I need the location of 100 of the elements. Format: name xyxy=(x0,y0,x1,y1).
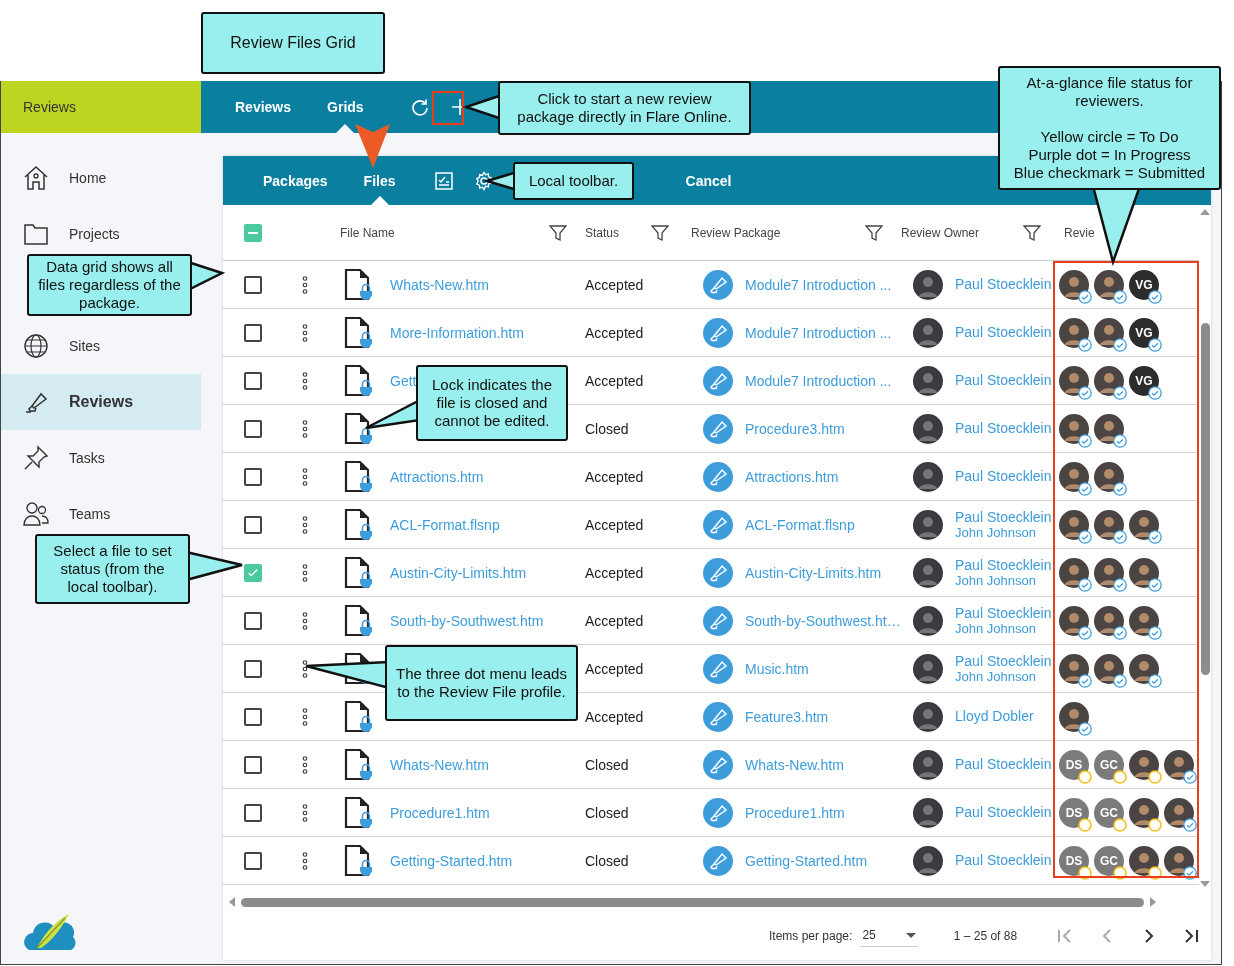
cancel-button[interactable]: Cancel xyxy=(679,156,738,205)
file-link[interactable]: Getting-Started.htm xyxy=(390,852,513,869)
package-link[interactable]: Procedure3.htm xyxy=(745,420,845,437)
scroll-left-icon[interactable] xyxy=(229,897,235,907)
sidebar-item[interactable]: Home xyxy=(1,160,201,196)
row-checkbox[interactable] xyxy=(244,275,262,294)
more-menu-icon[interactable] xyxy=(302,850,308,871)
status-text: Accepted xyxy=(585,372,644,389)
scrollbar-thumb[interactable] xyxy=(241,897,1144,907)
file-link[interactable]: ACL-Format.flsnp xyxy=(390,516,500,533)
package-link[interactable]: South-by-Southwest.ht… xyxy=(745,612,901,629)
more-menu-icon[interactable] xyxy=(302,370,308,391)
package-link[interactable]: Getting-Started.htm xyxy=(745,852,868,869)
file-link[interactable]: Whats-New.htm xyxy=(390,756,489,773)
package-link[interactable]: Austin-City-Limits.htm xyxy=(745,564,882,581)
more-menu-icon[interactable] xyxy=(302,706,308,727)
owner-link[interactable]: Paul Stoecklein xyxy=(955,805,1052,820)
select-all-checkbox[interactable] xyxy=(244,223,262,242)
checklist-icon[interactable] xyxy=(433,170,454,191)
column-header[interactable]: Review Owner xyxy=(901,225,980,240)
file-link[interactable]: Gett xyxy=(390,372,417,389)
file-link[interactable]: Procedure1.htm xyxy=(390,804,490,821)
more-menu-icon[interactable] xyxy=(302,562,308,583)
nav-tab[interactable]: Reviews xyxy=(221,81,306,133)
owner-link[interactable]: Lloyd Dobler xyxy=(955,709,1034,724)
row-checkbox[interactable] xyxy=(244,515,262,534)
scroll-right-icon[interactable] xyxy=(1150,897,1156,907)
owner-link[interactable]: Paul Stoecklein xyxy=(955,653,1052,669)
sidebar-item[interactable]: Reviews xyxy=(1,374,201,430)
more-menu-icon[interactable] xyxy=(302,754,308,775)
row-checkbox[interactable] xyxy=(244,659,262,678)
owner-link[interactable]: Paul Stoecklein xyxy=(955,757,1052,772)
nav-tab[interactable]: Grids xyxy=(313,81,378,133)
avatar xyxy=(1094,317,1124,348)
row-checkbox[interactable] xyxy=(244,803,262,822)
more-menu-icon[interactable] xyxy=(302,322,308,343)
column-header[interactable]: Status xyxy=(585,225,620,240)
scroll-down-icon[interactable] xyxy=(1200,881,1210,887)
refresh-icon[interactable] xyxy=(409,97,430,117)
owner-link[interactable]: Paul Stoecklein xyxy=(955,853,1052,868)
filter-icon[interactable] xyxy=(865,223,883,242)
owner-link[interactable]: Paul Stoecklein xyxy=(955,557,1052,573)
settings-icon[interactable] xyxy=(473,170,494,191)
file-link[interactable]: Attractions.htm xyxy=(390,468,484,485)
filter-icon[interactable] xyxy=(651,223,669,242)
owner-link[interactable]: Paul Stoecklein xyxy=(955,325,1052,340)
page-size-select[interactable]: 25 xyxy=(860,924,918,947)
column-header[interactable]: Revie xyxy=(1064,225,1095,240)
column-header[interactable]: Review Package xyxy=(691,225,781,240)
sidebar-item[interactable]: Sites xyxy=(1,328,201,364)
package-link[interactable]: Music.htm xyxy=(745,660,809,677)
avatar xyxy=(913,509,943,540)
file-link[interactable]: More-Information.htm xyxy=(390,324,524,341)
more-menu-icon[interactable] xyxy=(302,658,308,679)
column-header[interactable]: File Name xyxy=(340,225,395,240)
package-link[interactable]: ACL-Format.flsnp xyxy=(745,516,855,533)
owner-link[interactable]: Paul Stoecklein xyxy=(955,373,1052,388)
row-checkbox[interactable] xyxy=(244,755,262,774)
package-link[interactable]: Attractions.htm xyxy=(745,468,839,485)
avatar xyxy=(1094,269,1124,300)
scrollbar-thumb[interactable] xyxy=(1200,323,1210,675)
locked-file-icon xyxy=(344,315,374,350)
owner-link[interactable]: Paul Stoecklein xyxy=(955,469,1052,484)
toolbar-tab[interactable]: Packages xyxy=(249,156,342,205)
row-checkbox[interactable] xyxy=(244,467,262,486)
more-menu-icon[interactable] xyxy=(302,514,308,535)
file-link[interactable]: South-by-Southwest.htm xyxy=(390,612,544,629)
owner-link[interactable]: Paul Stoecklein xyxy=(955,509,1052,525)
row-checkbox[interactable] xyxy=(244,611,262,630)
sidebar-item[interactable]: Tasks xyxy=(1,440,201,476)
package-link[interactable]: Procedure1.htm xyxy=(745,804,845,821)
more-menu-icon[interactable] xyxy=(302,466,308,487)
filter-icon[interactable] xyxy=(1023,223,1041,242)
owner-link[interactable]: Paul Stoecklein xyxy=(955,421,1052,436)
row-checkbox[interactable] xyxy=(244,419,262,438)
file-link[interactable]: Austin-City-Limits.htm xyxy=(390,564,527,581)
sidebar-item[interactable]: Projects xyxy=(1,216,201,252)
sidebar-item[interactable]: Teams xyxy=(1,496,201,532)
owner-link[interactable]: Paul Stoecklein xyxy=(955,277,1052,292)
row-checkbox[interactable] xyxy=(244,323,262,342)
row-checkbox[interactable] xyxy=(244,371,262,390)
toolbar-tab[interactable]: Files xyxy=(349,156,410,205)
more-menu-icon[interactable] xyxy=(302,610,308,631)
package-link[interactable]: Whats-New.htm xyxy=(745,756,844,773)
row-checkbox[interactable] xyxy=(244,707,262,726)
more-menu-icon[interactable] xyxy=(302,274,308,295)
file-link[interactable]: Whats-New.htm xyxy=(390,276,489,293)
more-menu-icon[interactable] xyxy=(302,802,308,823)
row-checkbox[interactable] xyxy=(244,851,262,870)
scroll-up-icon[interactable] xyxy=(1200,209,1210,215)
row-checkbox[interactable] xyxy=(244,563,262,582)
package-link[interactable]: Module7 Introduction ... xyxy=(745,324,892,341)
package-link[interactable]: Module7 Introduction ... xyxy=(745,372,892,389)
more-menu-icon[interactable] xyxy=(302,418,308,439)
filter-icon[interactable] xyxy=(549,223,567,242)
package-link[interactable]: Feature3.htm xyxy=(745,708,829,725)
package-link[interactable]: Module7 Introduction ... xyxy=(745,276,892,293)
avatar xyxy=(913,701,943,732)
marker-icon xyxy=(703,605,733,636)
owner-link[interactable]: Paul Stoecklein xyxy=(955,605,1052,621)
